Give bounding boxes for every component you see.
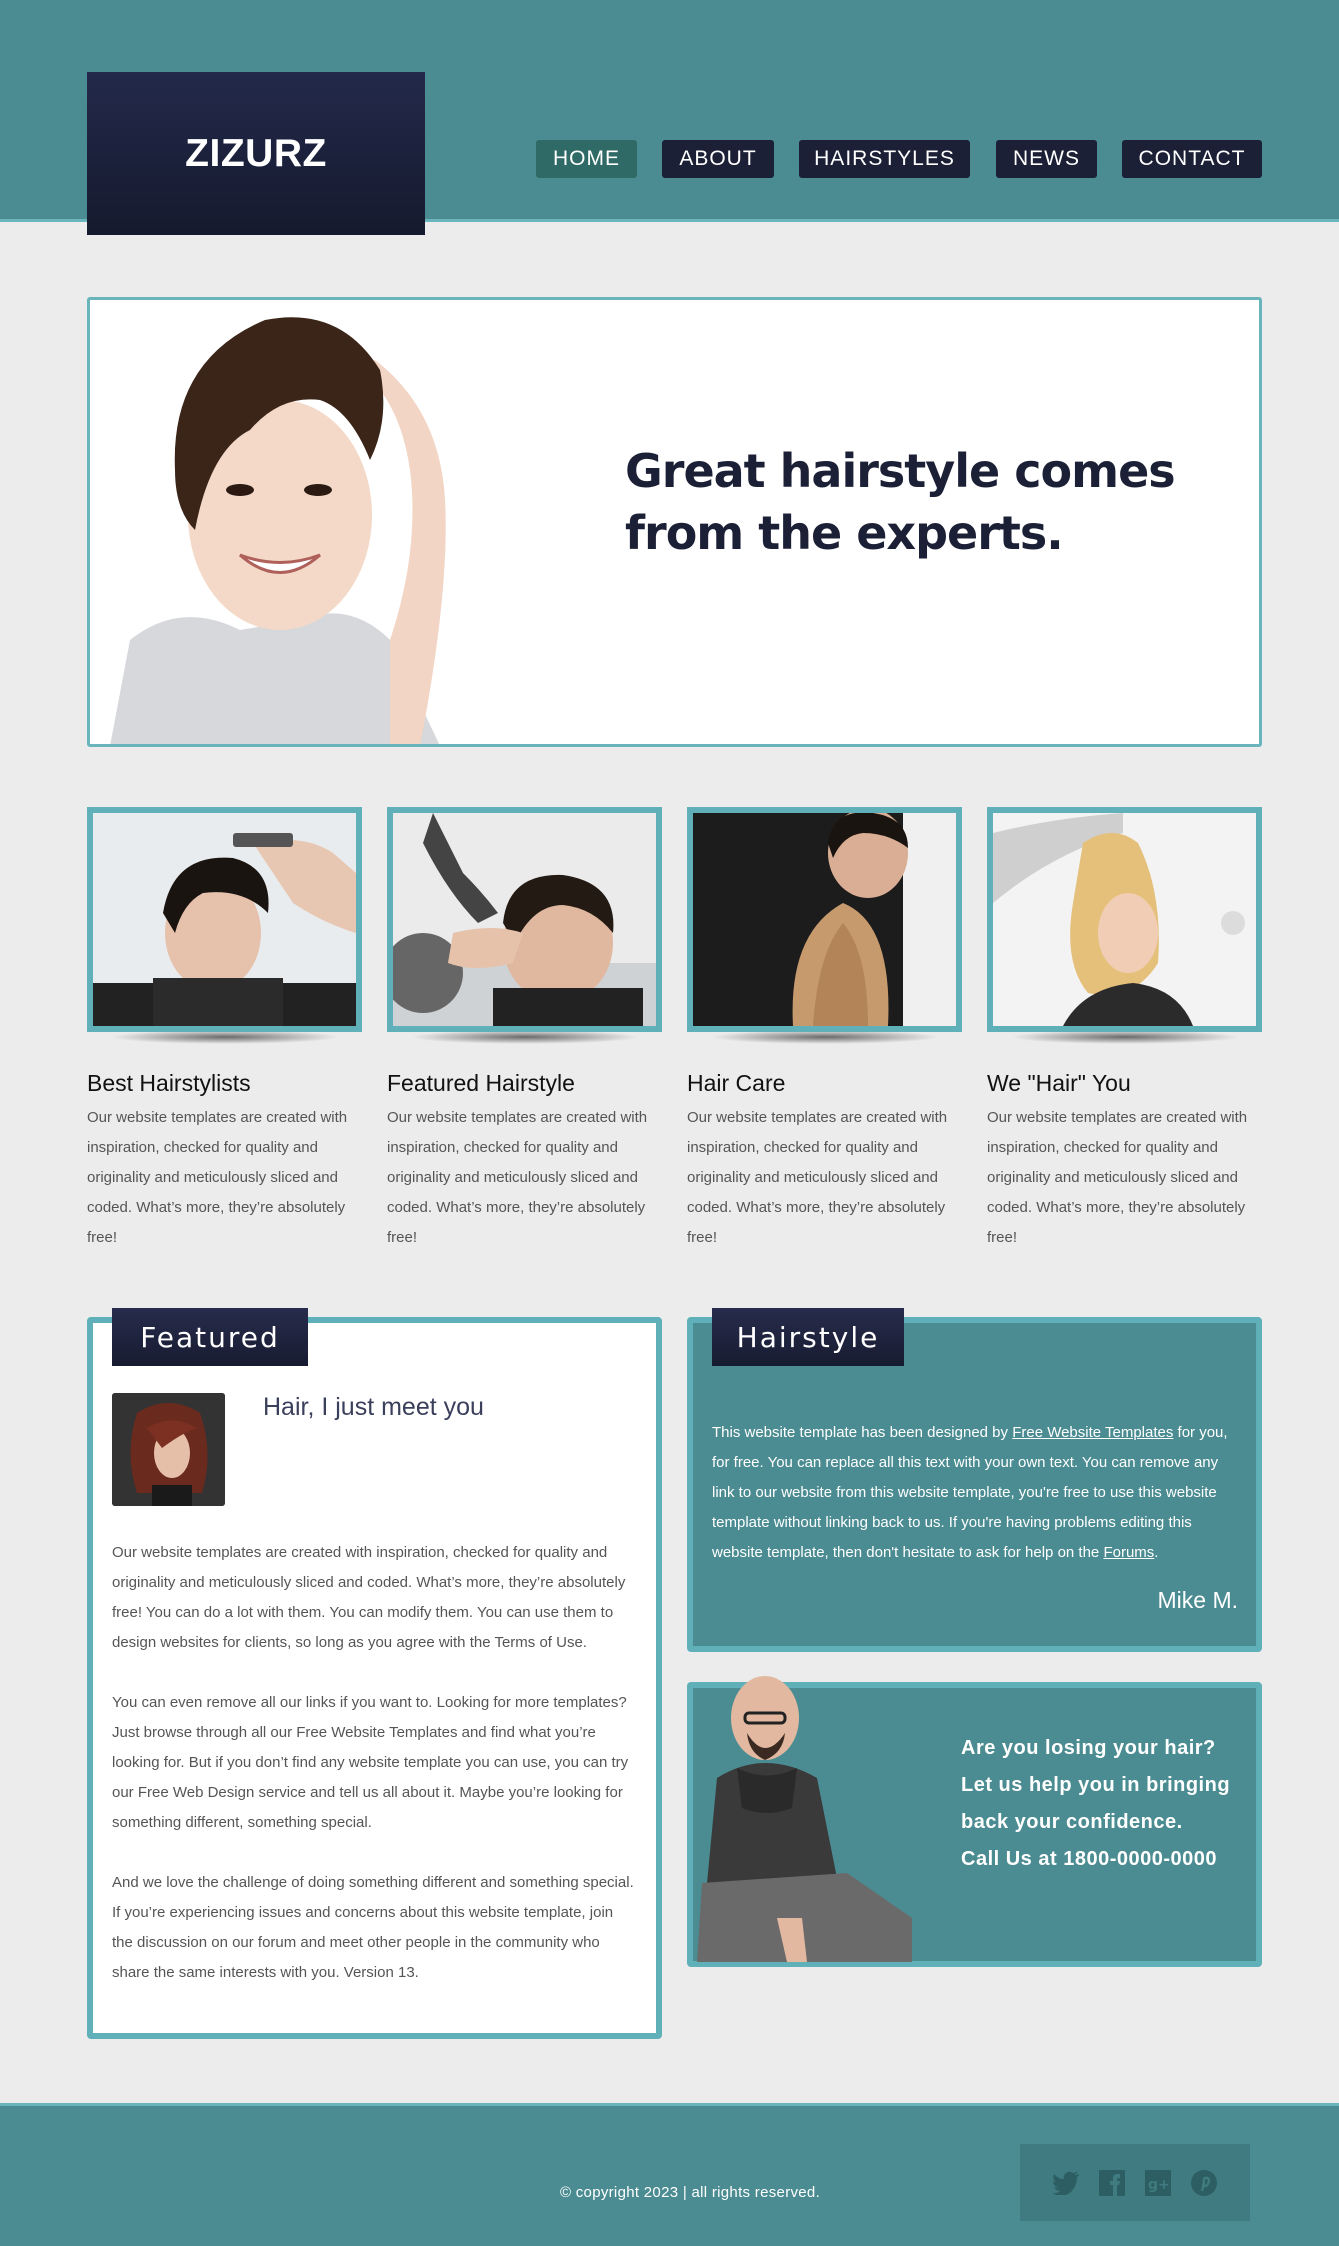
- social-links: g+: [1020, 2144, 1250, 2221]
- image-shadow: [709, 1030, 940, 1044]
- hero-headline: Great hairstyle comes from the experts.: [625, 440, 1185, 564]
- nav-about[interactable]: ABOUT: [662, 140, 774, 178]
- hairstyle-text: This website template has been designed …: [712, 1424, 1013, 1441]
- image-shadow: [1009, 1030, 1240, 1044]
- featured-body: Our website templates are created with i…: [112, 1538, 637, 2018]
- feature-title: We "Hair" You: [987, 1070, 1131, 1096]
- stylist-photo: [93, 813, 356, 1026]
- featured-paragraph: You can even remove all our links if you…: [112, 1694, 629, 1831]
- blonde-woman-photo: [993, 813, 1256, 1026]
- promo-text: Are you losing your hair? Let us help yo…: [961, 1730, 1251, 1878]
- site-footer: © copyright 2023 | all rights reserved. …: [0, 2103, 1339, 2246]
- feature-title: Hair Care: [687, 1070, 786, 1096]
- feature-image-haircare[interactable]: [687, 807, 962, 1032]
- promo-phone: Call Us at 1800-0000-0000: [961, 1848, 1217, 1870]
- feature-card: Best Hairstylists Our website templates …: [87, 807, 362, 1253]
- feature-text: Our website templates are created with i…: [87, 1109, 348, 1246]
- featured-paragraph: Our website templates are created with i…: [112, 1544, 626, 1651]
- google-plus-icon[interactable]: g+: [1143, 2168, 1173, 2198]
- feature-card: Hair Care Our website templates are crea…: [687, 807, 962, 1253]
- feature-text: Our website templates are created with i…: [687, 1109, 948, 1246]
- featured-tab: Featured: [112, 1308, 308, 1366]
- twitter-icon[interactable]: [1051, 2168, 1081, 2198]
- promo-line: Are you losing your hair?: [961, 1737, 1216, 1759]
- feature-title: Featured Hairstyle: [387, 1070, 575, 1096]
- feature-image-stylist[interactable]: [87, 807, 362, 1032]
- svg-text:g+: g+: [1148, 2177, 1170, 2193]
- feature-card: We "Hair" You Our website templates are …: [987, 807, 1262, 1253]
- nav-home[interactable]: HOME: [536, 140, 637, 178]
- hero-banner: Great hairstyle comes from the experts.: [87, 297, 1262, 747]
- promo-line: Let us help you in bringing: [961, 1774, 1231, 1796]
- hairstyle-tab: Hairstyle: [712, 1308, 904, 1366]
- bald-man-photo: [697, 1676, 912, 1962]
- nav-news[interactable]: NEWS: [996, 140, 1097, 178]
- feature-card: Featured Hairstyle Our website templates…: [387, 807, 662, 1253]
- promo-line: back your confidence.: [961, 1811, 1183, 1833]
- facebook-icon[interactable]: [1097, 2168, 1127, 2198]
- hero-woman-photo: [90, 300, 550, 744]
- image-shadow: [409, 1030, 640, 1044]
- promo-panel: Are you losing your hair? Let us help yo…: [687, 1676, 1262, 1967]
- testimonial-signature: Mike M.: [1157, 1587, 1239, 1613]
- hero-headline-line1: Great hairstyle comes: [625, 444, 1176, 498]
- featured-panel: Featured Hair, I just meet you Our websi…: [87, 1308, 662, 2039]
- haircut-photo: [393, 813, 656, 1026]
- featured-avatar[interactable]: [112, 1393, 225, 1506]
- feature-text: Our website templates are created with i…: [387, 1109, 648, 1246]
- nav-hairstyles[interactable]: HAIRSTYLES: [799, 140, 970, 178]
- forums-link[interactable]: Forums: [1103, 1544, 1154, 1561]
- featured-paragraph: And we love the challenge of doing somet…: [112, 1874, 634, 1981]
- hairstyle-text: for you, for free. You can replace all t…: [712, 1424, 1228, 1561]
- hero-headline-line2: from the experts.: [625, 506, 1064, 560]
- feature-image-haircut[interactable]: [387, 807, 662, 1032]
- free-website-templates-link[interactable]: Free Website Templates: [1012, 1424, 1173, 1441]
- feature-image-blonde[interactable]: [987, 807, 1262, 1032]
- haircare-photo: [693, 813, 956, 1026]
- feature-text: Our website templates are created with i…: [987, 1109, 1248, 1246]
- hairstyle-body: This website template has been designed …: [712, 1418, 1237, 1568]
- site-logo[interactable]: ZIZURZ: [87, 72, 425, 235]
- hairstyle-text: .: [1154, 1544, 1159, 1561]
- pinterest-icon[interactable]: [1189, 2168, 1219, 2198]
- redhead-photo: [112, 1393, 225, 1506]
- nav-contact[interactable]: CONTACT: [1122, 140, 1262, 178]
- hairstyle-panel: Hairstyle This website template has been…: [687, 1308, 1262, 1652]
- logo-text: ZIZURZ: [185, 131, 327, 175]
- featured-heading: Hair, I just meet you: [263, 1393, 484, 1421]
- image-shadow: [109, 1030, 340, 1044]
- feature-title: Best Hairstylists: [87, 1070, 251, 1096]
